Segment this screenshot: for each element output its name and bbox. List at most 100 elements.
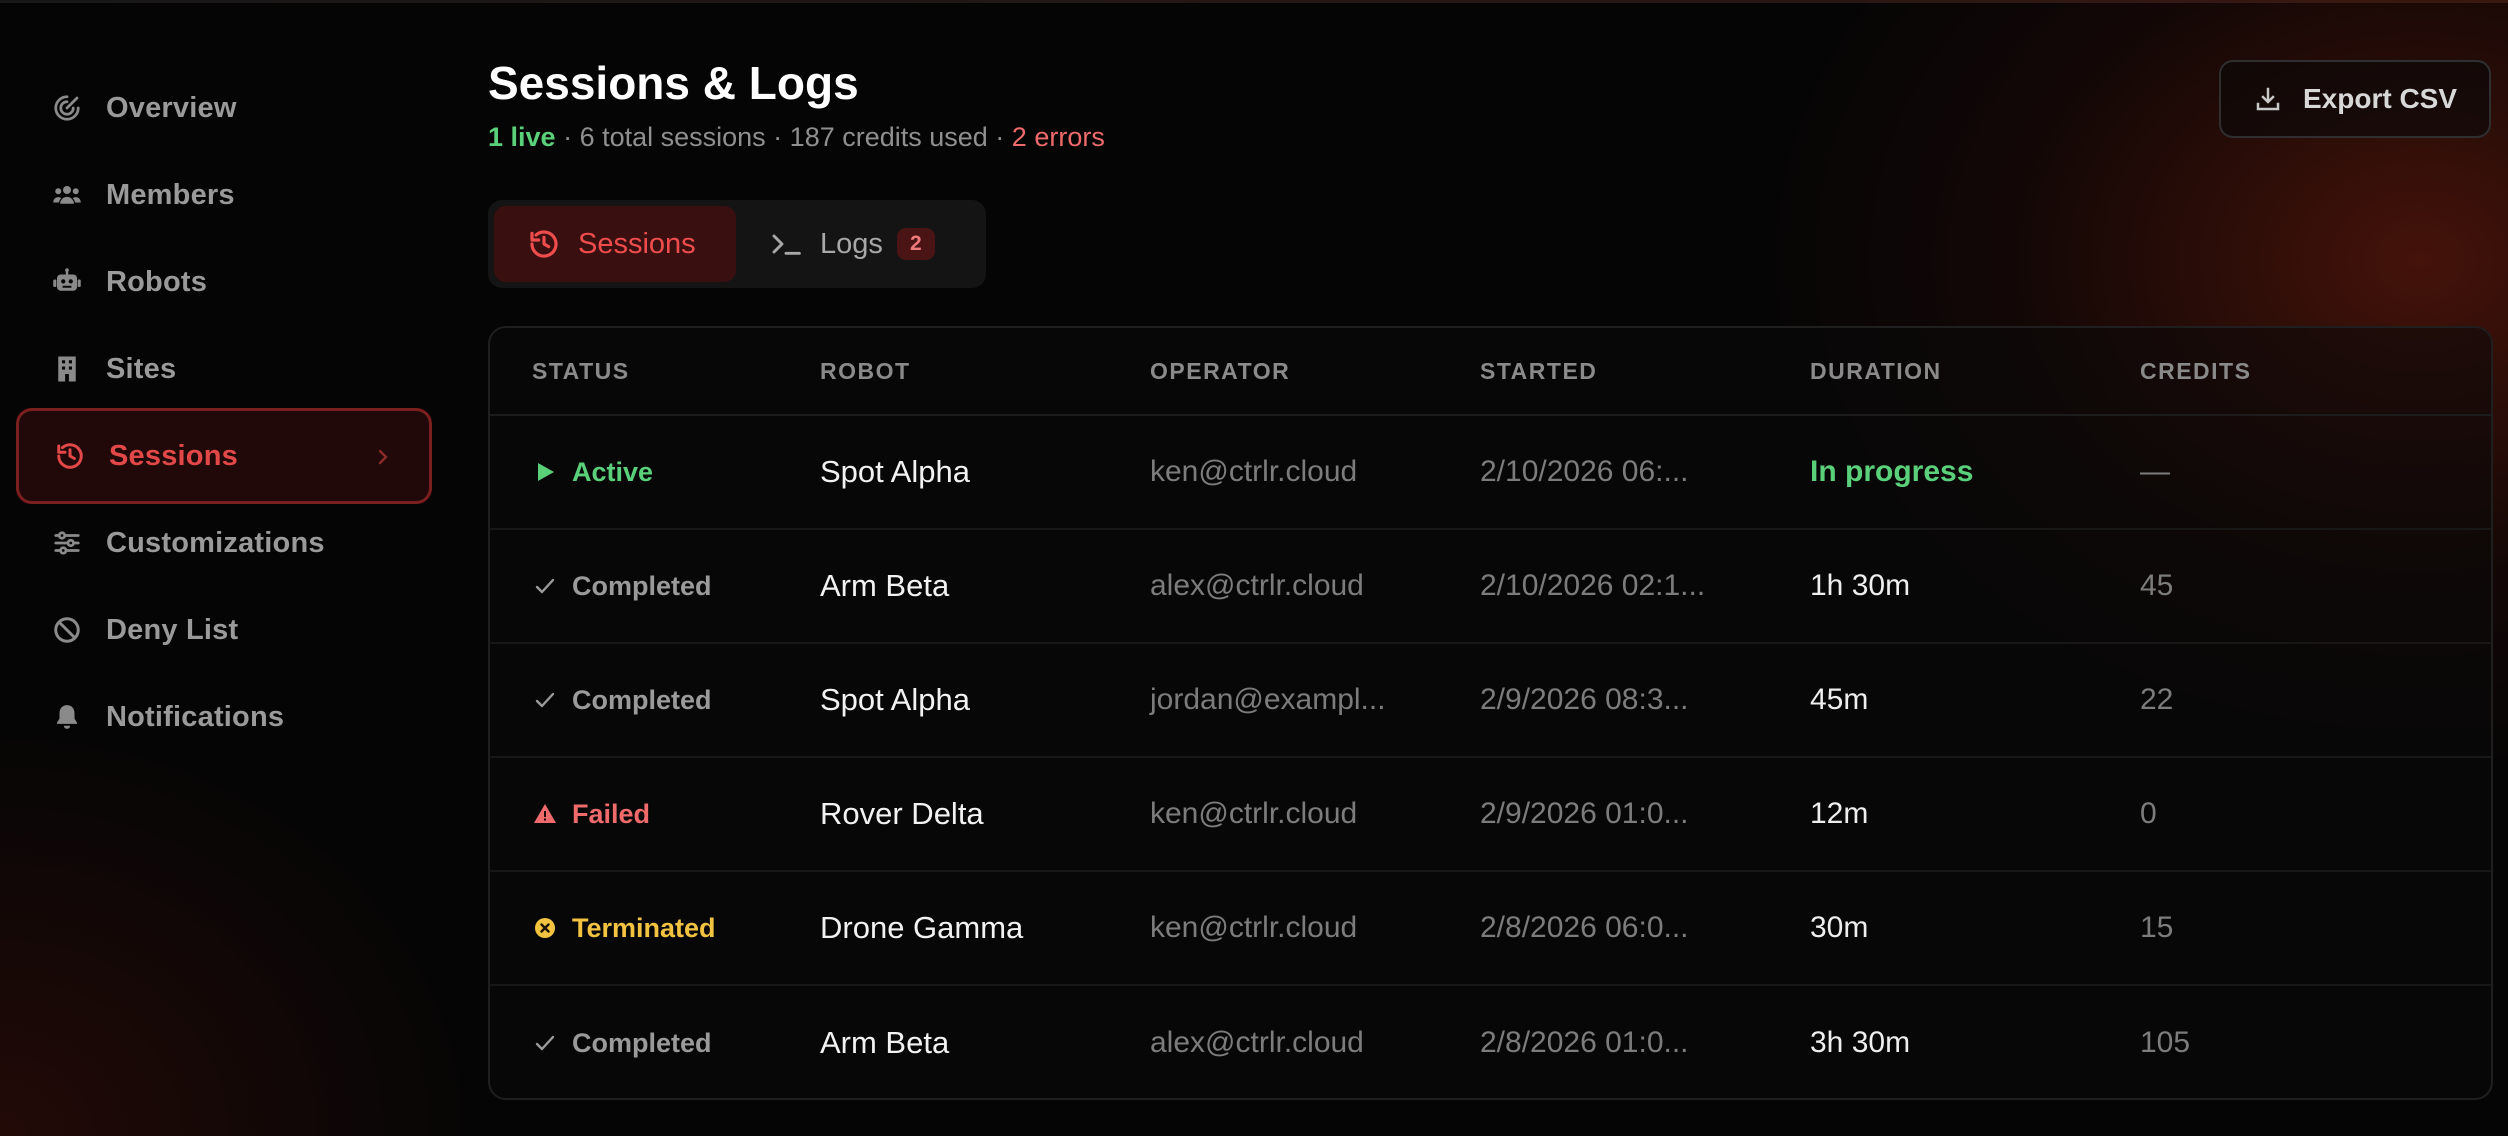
status-cell: Completed — [490, 571, 820, 602]
table-row[interactable]: Completed Spot Alpha jordan@exampl... 2/… — [490, 644, 2491, 758]
sidebar-item-robots[interactable]: Robots — [16, 234, 432, 330]
tab-label: Logs — [820, 227, 883, 260]
page-title: Sessions & Logs — [488, 57, 859, 109]
history-icon — [53, 439, 87, 473]
sidebar-item-label: Overview — [106, 91, 237, 124]
export-csv-button[interactable]: Export CSV — [2219, 60, 2491, 138]
status-badge: Active — [572, 456, 654, 487]
sidebar-item-deny-list[interactable]: Deny List — [16, 582, 432, 678]
status-cell: Terminated — [490, 913, 820, 944]
sidebar-item-label: Robots — [106, 265, 208, 298]
sidebar-item-label: Deny List — [106, 613, 239, 646]
column-header-credits[interactable]: CREDITS — [2140, 358, 2470, 385]
operator-email: ken@ctrlr.cloud — [1150, 911, 1358, 944]
robot-name: Arm Beta — [820, 568, 950, 603]
column-header-duration[interactable]: DURATION — [1810, 358, 2140, 385]
operator-email: alex@ctrlr.cloud — [1150, 1026, 1364, 1059]
history-icon — [530, 230, 558, 258]
credits: 22 — [2140, 683, 2174, 716]
operator-email: alex@ctrlr.cloud — [1150, 569, 1364, 602]
table-row[interactable]: Completed Arm Beta alex@ctrlr.cloud 2/8/… — [490, 986, 2491, 1098]
robot-name: Spot Alpha — [820, 454, 970, 489]
credits: 0 — [2140, 797, 2157, 830]
view-tabs: Sessions Logs 2 — [488, 200, 986, 288]
column-header-robot[interactable]: ROBOT — [820, 358, 1150, 385]
credits: 45 — [2140, 569, 2174, 602]
top-divider — [0, 0, 2508, 3]
status-cell: Active — [490, 457, 820, 488]
sidebar: Overview Members Robots Sites Sessions C… — [16, 60, 432, 756]
error-count: 2 errors — [1011, 122, 1105, 152]
sidebar-item-members[interactable]: Members — [16, 147, 432, 243]
table-row[interactable]: Completed Arm Beta alex@ctrlr.cloud 2/10… — [490, 530, 2491, 644]
check-icon — [532, 573, 558, 599]
bell-icon — [50, 700, 84, 734]
duration: In progress — [1810, 455, 1974, 488]
sidebar-item-label: Customizations — [106, 526, 325, 559]
started-time: 2/9/2026 08:3... — [1480, 683, 1689, 716]
table-row[interactable]: Failed Rover Delta ken@ctrlr.cloud 2/9/2… — [490, 758, 2491, 872]
started-time: 2/10/2026 02:1... — [1480, 569, 1706, 602]
sidebar-item-sessions[interactable]: Sessions — [16, 408, 432, 504]
robot-name: Spot Alpha — [820, 682, 970, 717]
credits: 15 — [2140, 911, 2174, 944]
ban-icon — [50, 613, 84, 647]
sidebar-item-notifications[interactable]: Notifications — [16, 669, 432, 765]
chevron-right-icon — [378, 449, 388, 465]
credits: 105 — [2140, 1026, 2191, 1059]
credits: — — [2140, 455, 2170, 488]
started-time: 2/8/2026 06:0... — [1480, 911, 1689, 944]
robot-icon — [50, 265, 84, 299]
table-row[interactable]: Active Spot Alpha ken@ctrlr.cloud 2/10/2… — [490, 416, 2491, 530]
logs-count-badge: 2 — [896, 228, 935, 260]
terminal-icon — [772, 234, 801, 255]
status-badge: Terminated — [572, 912, 716, 943]
status-cell: Completed — [490, 685, 820, 716]
sidebar-item-overview[interactable]: Overview — [16, 60, 432, 156]
robot-name: Arm Beta — [820, 1025, 950, 1060]
tab-sessions[interactable]: Sessions — [494, 206, 736, 282]
started-time: 2/8/2026 01:0... — [1480, 1026, 1689, 1059]
separator: · — [765, 122, 790, 152]
robot-name: Rover Delta — [820, 796, 984, 831]
status-badge: Completed — [572, 570, 712, 601]
members-icon — [50, 178, 84, 212]
sidebar-item-sites[interactable]: Sites — [16, 321, 432, 417]
operator-email: ken@ctrlr.cloud — [1150, 797, 1358, 830]
status-badge: Completed — [572, 684, 712, 715]
operator-email: jordan@exampl... — [1150, 683, 1386, 716]
separator: · — [987, 122, 1012, 152]
check-icon — [532, 687, 558, 713]
sidebar-item-label: Sessions — [109, 439, 238, 472]
table-row[interactable]: Terminated Drone Gamma ken@ctrlr.cloud 2… — [490, 872, 2491, 986]
overview-icon — [50, 91, 84, 125]
building-icon — [50, 352, 84, 386]
sidebar-item-label: Members — [106, 178, 235, 211]
column-header-status[interactable]: STATUS — [490, 358, 820, 385]
column-header-started[interactable]: STARTED — [1480, 358, 1810, 385]
tab-label: Sessions — [578, 227, 696, 260]
sidebar-item-customizations[interactable]: Customizations — [16, 495, 432, 591]
credits-used: 187 credits used — [789, 122, 988, 152]
separator: · — [555, 122, 580, 152]
warning-icon — [532, 801, 558, 827]
duration: 12m — [1810, 797, 1869, 830]
duration: 1h 30m — [1810, 569, 1911, 602]
started-time: 2/9/2026 01:0... — [1480, 797, 1689, 830]
robot-name: Drone Gamma — [820, 910, 1024, 945]
duration: 45m — [1810, 683, 1869, 716]
status-badge: Failed — [572, 798, 651, 829]
column-header-operator[interactable]: OPERATOR — [1150, 358, 1480, 385]
status-cell: Failed — [490, 799, 820, 830]
sidebar-item-label: Sites — [106, 352, 177, 385]
status-cell: Completed — [490, 1028, 820, 1059]
sidebar-item-label: Notifications — [106, 700, 285, 733]
duration: 3h 30m — [1810, 1026, 1911, 1059]
export-csv-label: Export CSV — [2302, 83, 2458, 114]
tab-logs[interactable]: Logs 2 — [736, 206, 969, 282]
live-count: 1 live — [488, 122, 556, 152]
session-summary: 1 live · 6 total sessions · 187 credits … — [488, 122, 1105, 153]
status-badge: Completed — [572, 1027, 712, 1058]
operator-email: ken@ctrlr.cloud — [1150, 455, 1358, 488]
duration: 30m — [1810, 911, 1869, 944]
